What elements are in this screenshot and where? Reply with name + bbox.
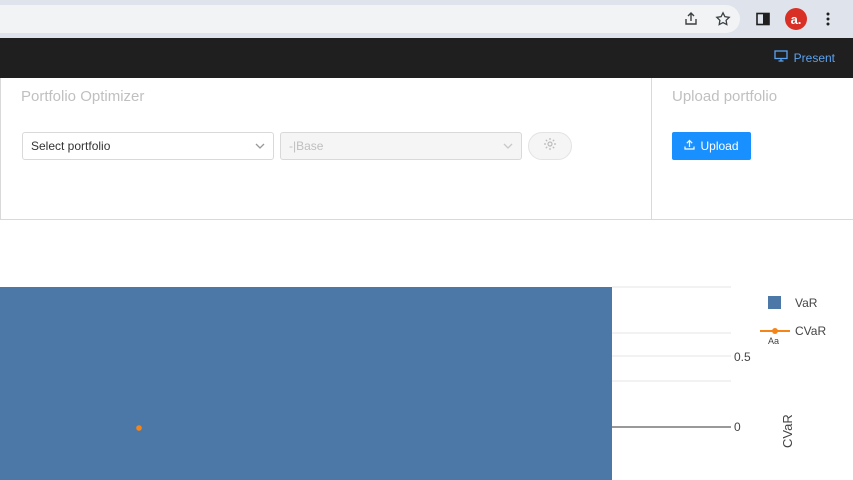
gear-icon bbox=[543, 137, 557, 156]
address-bar[interactable] bbox=[0, 5, 740, 33]
y-tick-label: 0 bbox=[734, 420, 741, 434]
more-menu-icon[interactable] bbox=[818, 9, 838, 29]
portfolio-select-value: Select portfolio bbox=[31, 139, 111, 153]
legend-label-cvar: CVaR bbox=[795, 324, 826, 338]
settings-button[interactable] bbox=[528, 132, 572, 160]
base-select[interactable]: -|Base bbox=[280, 132, 522, 160]
panel-title-upload: Upload portfolio bbox=[672, 88, 778, 105]
y-axis-title: CVaR bbox=[780, 414, 795, 448]
upload-portfolio-panel: Upload portfolio Upload bbox=[652, 78, 853, 220]
chevron-down-icon bbox=[502, 140, 514, 155]
side-panel-icon[interactable] bbox=[753, 9, 773, 29]
var-bar[interactable] bbox=[0, 287, 612, 480]
upload-label: Upload bbox=[700, 139, 739, 153]
legend-swatch-var[interactable] bbox=[768, 296, 781, 309]
profile-avatar[interactable]: a. bbox=[785, 8, 807, 30]
y-tick-label: 0.5 bbox=[734, 350, 751, 364]
monitor-icon bbox=[773, 50, 788, 65]
legend-text-marker: Aa bbox=[768, 336, 779, 346]
legend-label-var: VaR bbox=[795, 296, 818, 310]
app-window: a. Present Portfolio Optimizer Select po… bbox=[0, 0, 853, 480]
present-label: Present bbox=[793, 50, 835, 65]
cvar-point[interactable] bbox=[136, 425, 142, 431]
base-select-value: -|Base bbox=[289, 139, 324, 153]
app-header: Present bbox=[0, 38, 853, 78]
share-icon[interactable] bbox=[681, 9, 701, 29]
panel-title-optimizer: Portfolio Optimizer bbox=[21, 88, 145, 105]
upload-button[interactable]: Upload bbox=[672, 132, 751, 160]
legend-marker-cvar bbox=[772, 328, 778, 334]
risk-chart: 0.5 0 CVaR VaR CVaR Aa bbox=[0, 286, 826, 480]
browser-toolbar: a. bbox=[0, 0, 853, 38]
portfolio-select[interactable]: Select portfolio bbox=[22, 132, 274, 160]
bookmark-star-icon[interactable] bbox=[713, 9, 733, 29]
upload-icon bbox=[684, 139, 696, 153]
portfolio-optimizer-panel: Portfolio Optimizer Select portfolio -|B… bbox=[0, 78, 652, 220]
present-button[interactable]: Present bbox=[773, 50, 835, 65]
chevron-down-icon bbox=[254, 140, 266, 155]
